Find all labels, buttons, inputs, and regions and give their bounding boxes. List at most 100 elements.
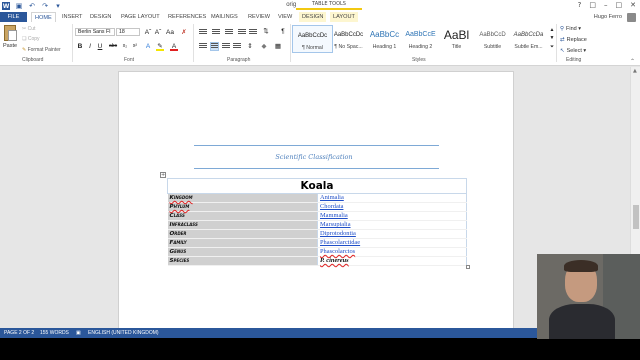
clear-formatting-icon[interactable]: ✗ [180, 28, 188, 37]
cut-button[interactable]: ✂ Cut [22, 26, 35, 32]
scroll-up-icon[interactable]: ▲ [633, 68, 637, 74]
collapse-ribbon-icon[interactable]: ⌃ [630, 58, 635, 65]
multilevel-list-icon[interactable] [225, 29, 233, 36]
font-size-select[interactable]: 18 [116, 28, 140, 36]
value-cell[interactable]: Phascolarctidae [317, 238, 467, 248]
rank-cell[interactable]: Species [167, 256, 318, 266]
style-subtle-emphasis[interactable]: AaBbCcDa Subtle Em... [508, 25, 549, 53]
italic-button[interactable]: I [86, 42, 94, 51]
show-formatting-icon[interactable]: ¶ [279, 27, 287, 36]
table-move-handle-icon[interactable]: + [160, 172, 166, 178]
increase-indent-icon[interactable] [249, 29, 257, 36]
tab-table-design[interactable]: DESIGN [299, 12, 327, 22]
shrink-font-icon[interactable]: Aˇ [154, 28, 162, 37]
text-effects-icon[interactable]: A [144, 42, 152, 51]
superscript-button[interactable]: x² [131, 42, 139, 51]
tab-table-layout[interactable]: LAYOUT [330, 12, 358, 22]
avatar[interactable] [627, 13, 636, 22]
paste-button[interactable]: Paste [3, 43, 17, 49]
rank-cell[interactable]: Kingdom [167, 193, 318, 203]
caption-text[interactable]: Scientific Classification [194, 153, 434, 161]
align-center-icon[interactable] [210, 42, 219, 51]
rank-cell[interactable]: Infraclass [167, 220, 318, 230]
tab-file[interactable]: FILE [0, 12, 27, 22]
value-cell[interactable]: Mammalia [317, 211, 467, 221]
sort-icon[interactable]: ⇅ [262, 27, 270, 36]
style-heading-1[interactable]: AaBbCc Heading 1 [364, 25, 405, 53]
line-spacing-icon[interactable]: ⇕ [246, 42, 254, 51]
select-button[interactable]: ↖ Select ▾ [560, 48, 586, 54]
borders-icon[interactable]: ▦ [274, 42, 282, 51]
tab-review[interactable]: REVIEW [245, 12, 273, 22]
font-family-select[interactable]: Berlin Sans FI [75, 28, 115, 36]
proofing-icon[interactable]: ▣ [76, 328, 81, 338]
maximize-icon[interactable]: □ [616, 1, 623, 9]
bold-button[interactable]: B [76, 42, 84, 51]
bullets-icon[interactable] [199, 29, 207, 36]
document-page[interactable]: Scientific Classification + Koala Kingdo… [118, 71, 514, 328]
change-case-icon[interactable]: Aa [166, 28, 174, 37]
value-cell[interactable]: Chordata [317, 202, 467, 212]
style-name: Title [451, 44, 462, 50]
copy-button[interactable]: ❏ Copy [22, 36, 40, 42]
tab-view[interactable]: VIEW [275, 12, 295, 22]
value-cell[interactable]: Diprotodontia [317, 229, 467, 239]
style-heading-2[interactable]: AaBbCcE Heading 2 [400, 25, 441, 53]
styles-scroll-down-icon[interactable]: ▼ [548, 34, 556, 43]
minimize-icon[interactable]: – [604, 1, 608, 9]
webcam-person-body [549, 304, 615, 339]
style-title[interactable]: AaBl Title [436, 25, 477, 53]
help-icon[interactable]: ? [578, 1, 582, 9]
rank-cell[interactable]: Phylum [167, 202, 318, 212]
grow-font-icon[interactable]: Aˆ [144, 28, 152, 37]
tab-page-layout[interactable]: PAGE LAYOUT [118, 12, 163, 22]
rank-cell[interactable]: Class [167, 211, 318, 221]
style-name: Heading 1 [372, 44, 397, 50]
word-count[interactable]: 155 WORDS [40, 328, 69, 338]
rank-cell[interactable]: Genus [167, 247, 318, 257]
paste-icon[interactable] [4, 25, 17, 41]
find-button[interactable]: ⚲ Find ▾ [560, 26, 581, 32]
style-normal[interactable]: AaBbCcDc ¶ Normal [292, 25, 333, 53]
classification-table[interactable]: Koala Kingdom Animalia Phylum Chordata C… [167, 178, 467, 266]
styles-more-icon[interactable]: ⏷ [548, 43, 556, 52]
tab-design[interactable]: DESIGN [87, 12, 114, 22]
ribbon-display-icon[interactable]: □ [589, 1, 596, 9]
font-color-icon[interactable]: A [170, 42, 178, 51]
scroll-thumb[interactable] [633, 205, 639, 229]
tab-mailings[interactable]: MAILINGS [208, 12, 241, 22]
table-row: Order Diprotodontia [167, 229, 467, 239]
justify-icon[interactable] [233, 43, 241, 50]
tab-home[interactable]: HOME [31, 12, 56, 22]
align-left-icon[interactable] [199, 43, 207, 50]
value-cell[interactable]: Animalia [317, 193, 467, 203]
strikethrough-button[interactable]: abc [109, 42, 117, 51]
subscript-button[interactable]: x₂ [121, 42, 129, 51]
highlight-icon[interactable]: ✎ [156, 42, 164, 51]
language-indicator[interactable]: ENGLISH (UNITED KINGDOM) [88, 328, 159, 338]
rank-cell[interactable]: Order [167, 229, 318, 239]
table-title[interactable]: Koala [167, 178, 467, 194]
value-cell[interactable]: P. cinereus [317, 256, 467, 266]
copy-label: Copy [27, 36, 40, 42]
style-no-spacing[interactable]: AaBbCcDc ¶ No Spac... [328, 25, 369, 53]
table-row: Class Mammalia [167, 211, 467, 221]
page-count[interactable]: PAGE 2 OF 2 [4, 328, 34, 338]
close-icon[interactable]: ✕ [630, 1, 636, 9]
format-painter-button[interactable]: ✎ Format Painter [22, 47, 61, 53]
replace-button[interactable]: ⇄ Replace [560, 37, 587, 43]
tab-insert[interactable]: INSERT [59, 12, 85, 22]
underline-button[interactable]: U [96, 42, 104, 51]
rank-cell[interactable]: Family [167, 238, 318, 248]
shading-icon[interactable]: ◆ [260, 42, 268, 51]
table-resize-handle[interactable] [466, 265, 470, 269]
decrease-indent-icon[interactable] [238, 29, 246, 36]
align-right-icon[interactable] [222, 43, 230, 50]
numbering-icon[interactable] [212, 29, 220, 36]
style-subtitle[interactable]: AaBbCcD Subtitle [472, 25, 513, 53]
styles-group-label: Styles [412, 57, 426, 63]
value-cell[interactable]: Phascolarctos [317, 247, 467, 257]
user-name[interactable]: Hugo Ferro [594, 12, 622, 22]
value-cell[interactable]: Marsupialia [317, 220, 467, 230]
tab-references[interactable]: REFERENCES [165, 12, 209, 22]
